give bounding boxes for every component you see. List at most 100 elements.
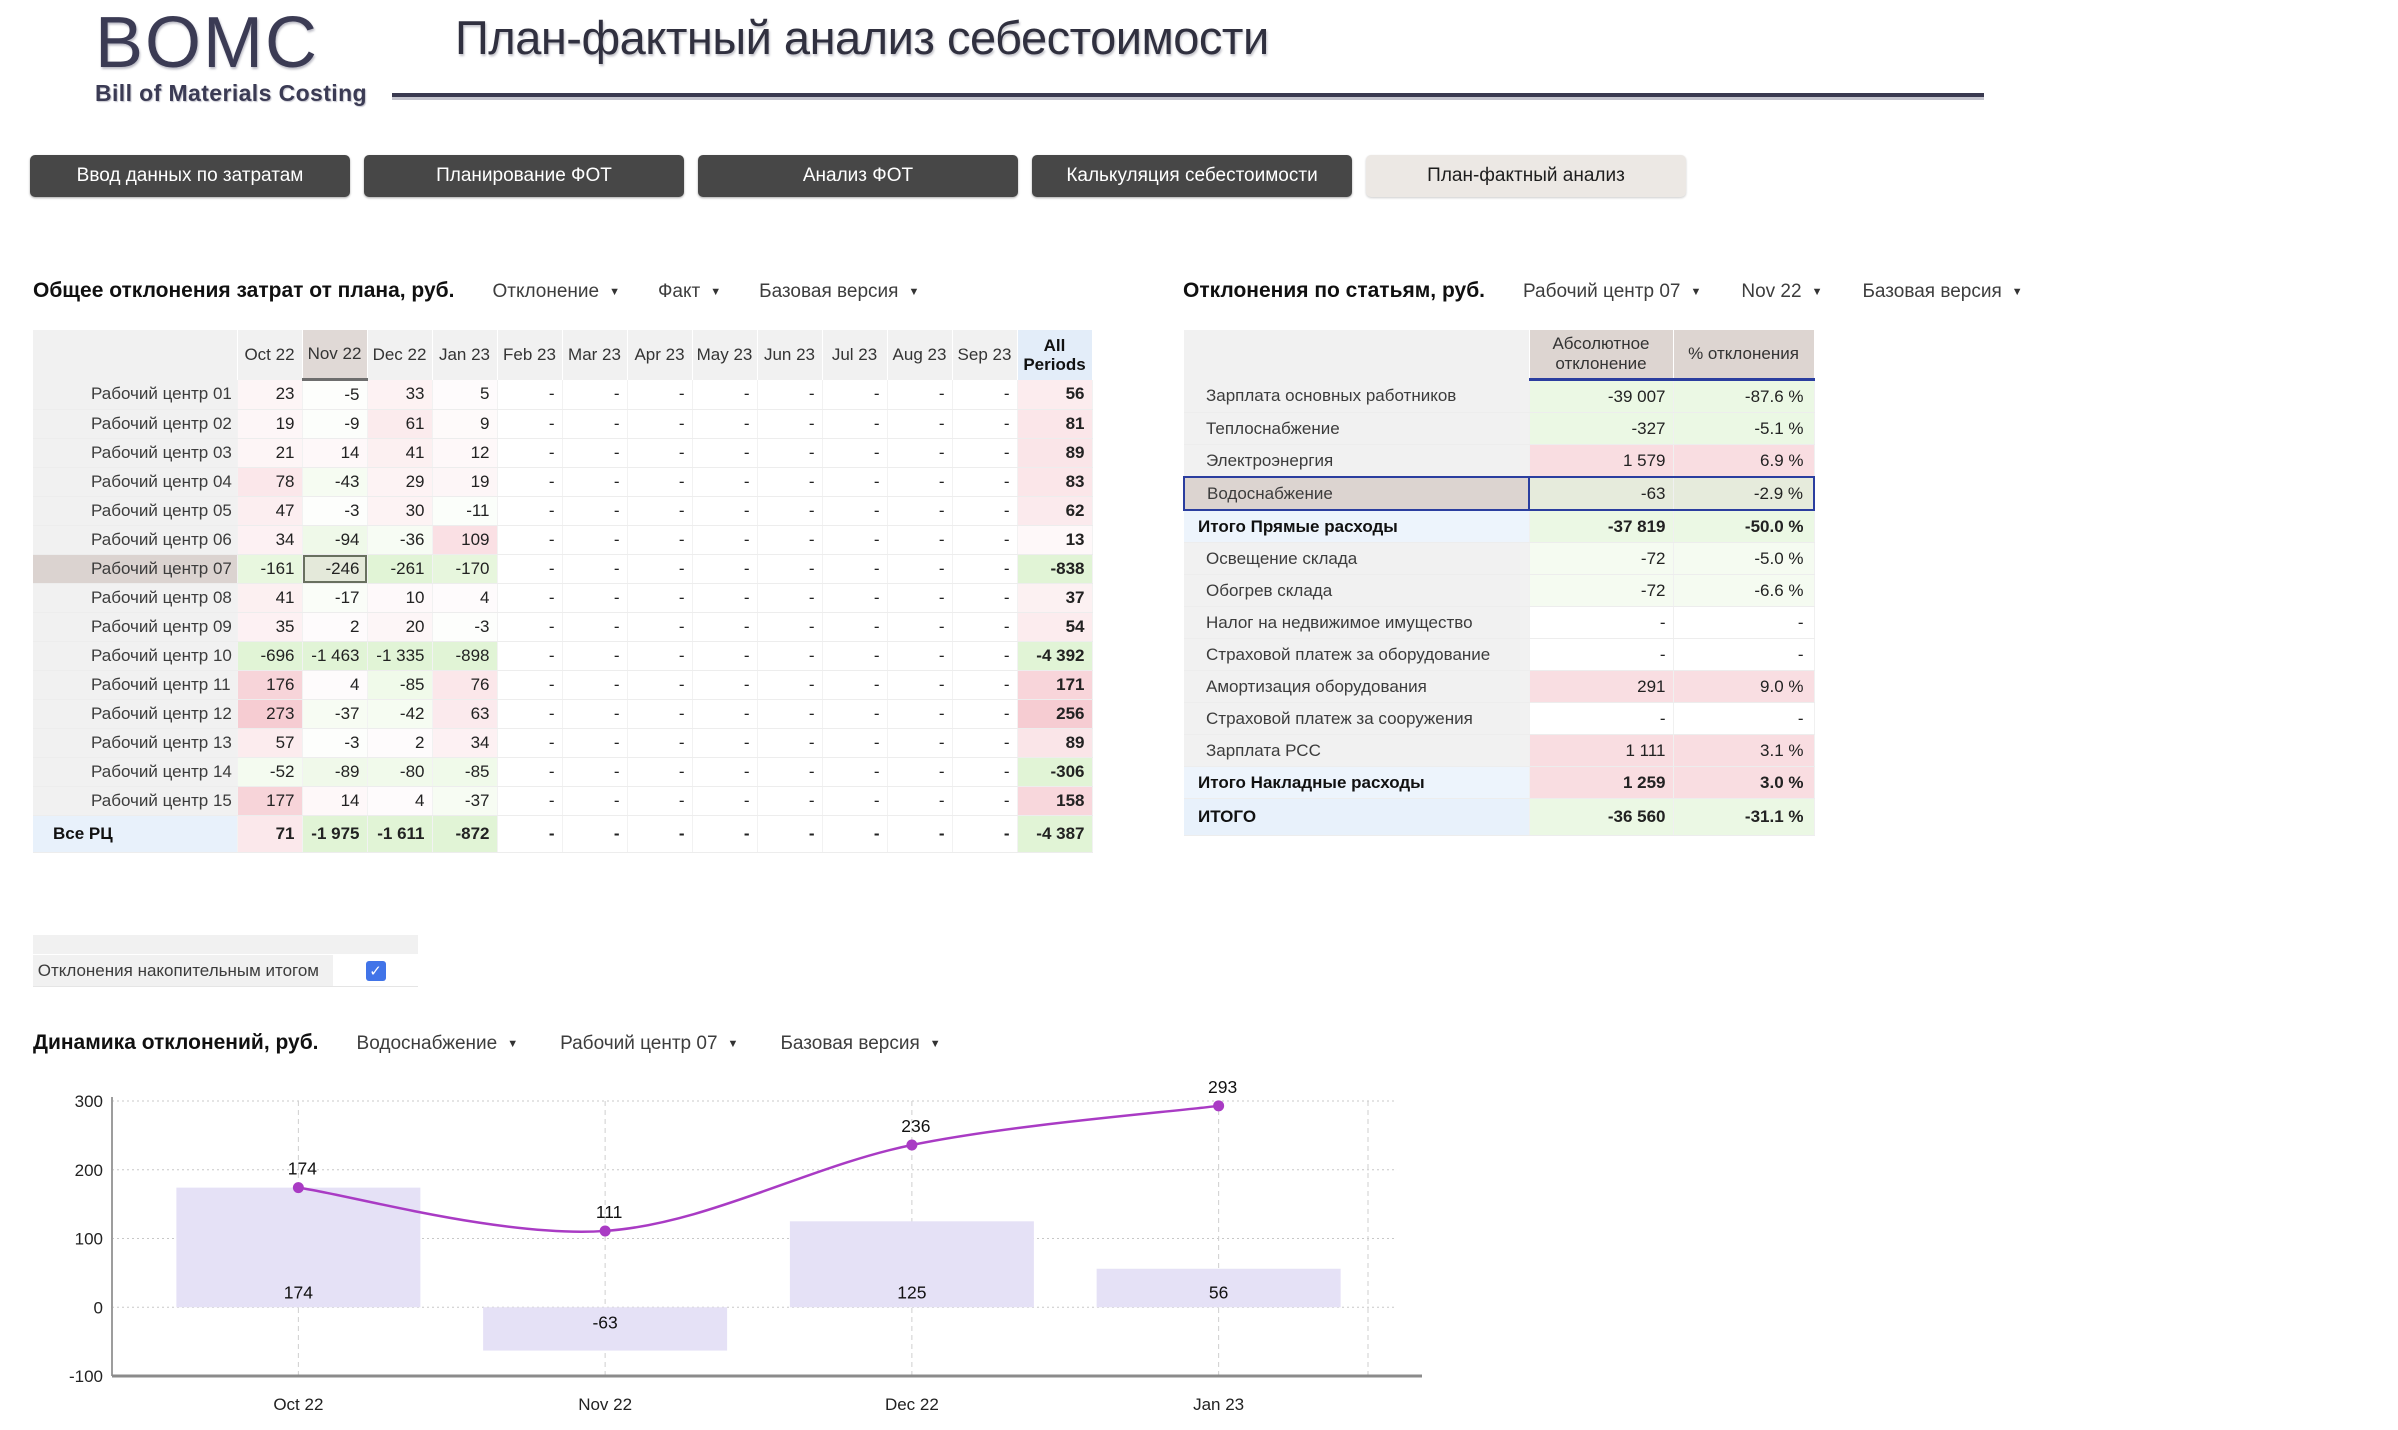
value-cell[interactable]: - — [952, 700, 1017, 729]
column-header-Dec-22[interactable]: Dec 22 — [367, 330, 432, 380]
value-cell[interactable]: 35 — [237, 613, 302, 642]
row-label[interactable]: Рабочий центр 04 — [33, 468, 237, 497]
value-cell[interactable]: -898 — [432, 642, 497, 671]
nav-tab-0[interactable]: Ввод данных по затратам — [30, 155, 350, 197]
percent-deviation-cell[interactable]: 9.0 % — [1673, 671, 1814, 703]
value-cell[interactable]: 14 — [302, 439, 367, 468]
left-filter-1[interactable]: Факт▼ — [658, 281, 721, 303]
value-cell[interactable]: - — [627, 816, 692, 853]
percent-deviation-cell[interactable]: -2.9 % — [1673, 477, 1814, 510]
value-cell[interactable]: -170 — [432, 555, 497, 584]
value-cell[interactable]: 33 — [367, 380, 432, 410]
value-cell[interactable]: - — [887, 497, 952, 526]
row-label[interactable]: Рабочий центр 15 — [33, 787, 237, 816]
article-label[interactable]: Водоснабжение — [1184, 477, 1529, 510]
value-cell[interactable]: 76 — [432, 671, 497, 700]
value-cell[interactable]: - — [757, 584, 822, 613]
row-label[interactable]: Рабочий центр 05 — [33, 497, 237, 526]
right-filter-0[interactable]: Рабочий центр 07▼ — [1523, 281, 1701, 303]
value-cell[interactable]: -872 — [432, 816, 497, 853]
all-periods-cell[interactable]: 62 — [1017, 497, 1092, 526]
value-cell[interactable]: - — [757, 729, 822, 758]
value-cell[interactable]: - — [627, 671, 692, 700]
percent-deviation-cell[interactable]: 6.9 % — [1673, 445, 1814, 478]
line-point-Oct-22[interactable] — [293, 1182, 304, 1193]
percent-deviation-cell[interactable]: -31.1 % — [1673, 799, 1814, 836]
value-cell[interactable]: -3 — [302, 497, 367, 526]
value-cell[interactable]: - — [822, 613, 887, 642]
value-cell[interactable]: - — [562, 555, 627, 584]
absolute-deviation-cell[interactable]: -37 819 — [1529, 510, 1673, 543]
row-label[interactable]: Рабочий центр 12 — [33, 700, 237, 729]
value-cell[interactable]: - — [562, 671, 627, 700]
line-point-Jan-23[interactable] — [1213, 1100, 1224, 1111]
value-cell[interactable]: - — [822, 526, 887, 555]
value-cell[interactable]: - — [627, 642, 692, 671]
left-filter-0[interactable]: Отклонение▼ — [492, 281, 620, 303]
cumulative-checkbox[interactable]: ✓ — [366, 961, 386, 981]
value-cell[interactable]: - — [497, 671, 562, 700]
value-cell[interactable]: 23 — [237, 380, 302, 410]
value-cell[interactable]: - — [692, 410, 757, 439]
value-cell[interactable]: - — [757, 700, 822, 729]
percent-deviation-cell[interactable]: - — [1673, 639, 1814, 671]
value-cell[interactable]: -5 — [302, 380, 367, 410]
value-cell[interactable]: -3 — [302, 729, 367, 758]
absolute-deviation-cell[interactable]: -72 — [1529, 575, 1673, 607]
value-cell[interactable]: - — [692, 671, 757, 700]
value-cell[interactable]: 47 — [237, 497, 302, 526]
value-cell[interactable]: - — [562, 526, 627, 555]
value-cell[interactable]: - — [562, 613, 627, 642]
value-cell[interactable]: - — [627, 613, 692, 642]
right-filter-1[interactable]: Nov 22▼ — [1741, 281, 1822, 303]
value-cell[interactable]: - — [757, 439, 822, 468]
left-filter-2[interactable]: Базовая версия▼ — [759, 281, 919, 303]
value-cell[interactable]: - — [757, 380, 822, 410]
value-cell[interactable]: 4 — [432, 584, 497, 613]
article-label[interactable]: Итого Прямые расходы — [1184, 510, 1529, 543]
value-cell[interactable]: - — [497, 555, 562, 584]
value-cell[interactable]: - — [952, 671, 1017, 700]
article-label[interactable]: Зарплата основных работников — [1184, 380, 1529, 413]
value-cell[interactable]: - — [822, 380, 887, 410]
value-cell[interactable]: - — [887, 526, 952, 555]
absolute-deviation-cell[interactable]: - — [1529, 703, 1673, 735]
value-cell[interactable]: 41 — [367, 439, 432, 468]
value-cell[interactable]: - — [822, 671, 887, 700]
value-cell[interactable]: 10 — [367, 584, 432, 613]
value-cell[interactable]: - — [822, 584, 887, 613]
value-cell[interactable]: 4 — [302, 671, 367, 700]
column-header-Jul-23[interactable]: Jul 23 — [822, 330, 887, 380]
value-cell[interactable]: - — [822, 787, 887, 816]
value-cell[interactable]: - — [822, 555, 887, 584]
all-periods-cell[interactable]: 256 — [1017, 700, 1092, 729]
value-cell[interactable]: 273 — [237, 700, 302, 729]
value-cell[interactable]: - — [757, 787, 822, 816]
absolute-deviation-cell[interactable]: 1 259 — [1529, 767, 1673, 799]
value-cell[interactable]: - — [822, 729, 887, 758]
value-cell[interactable]: 29 — [367, 468, 432, 497]
row-label[interactable]: Рабочий центр 14 — [33, 758, 237, 787]
value-cell[interactable]: - — [887, 439, 952, 468]
column-header-0[interactable]: Абсолютное отклонение — [1529, 330, 1673, 380]
value-cell[interactable]: - — [562, 468, 627, 497]
nav-tab-2[interactable]: Анализ ФОТ — [698, 155, 1018, 197]
value-cell[interactable]: - — [822, 642, 887, 671]
value-cell[interactable]: - — [757, 758, 822, 787]
value-cell[interactable]: - — [497, 468, 562, 497]
percent-deviation-cell[interactable]: -50.0 % — [1673, 510, 1814, 543]
column-header-1[interactable]: % отклонения — [1673, 330, 1814, 380]
all-periods-cell[interactable]: 54 — [1017, 613, 1092, 642]
value-cell[interactable]: - — [562, 642, 627, 671]
value-cell[interactable]: 14 — [302, 787, 367, 816]
value-cell[interactable]: -1 463 — [302, 642, 367, 671]
value-cell[interactable]: 57 — [237, 729, 302, 758]
row-label[interactable]: Рабочий центр 03 — [33, 439, 237, 468]
article-label[interactable]: Обогрев склада — [1184, 575, 1529, 607]
value-cell[interactable]: - — [627, 410, 692, 439]
absolute-deviation-cell[interactable]: 1 579 — [1529, 445, 1673, 478]
value-cell[interactable]: - — [887, 671, 952, 700]
value-cell[interactable]: -36 — [367, 526, 432, 555]
column-header-Apr-23[interactable]: Apr 23 — [627, 330, 692, 380]
value-cell[interactable]: - — [562, 758, 627, 787]
